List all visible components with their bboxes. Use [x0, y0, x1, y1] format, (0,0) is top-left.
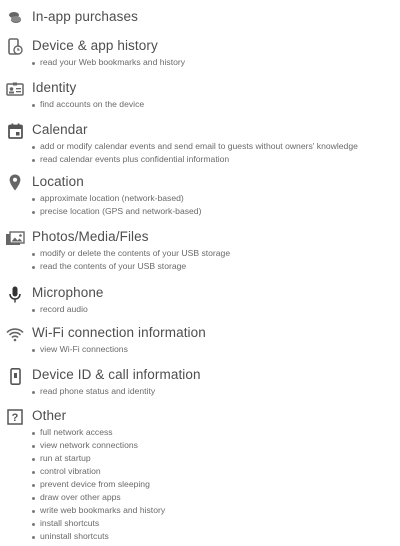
permission-item: read the contents of your USB storage	[32, 261, 186, 271]
permission-item: modify or delete the contents of your US…	[32, 248, 230, 258]
permission-item: full network access	[32, 427, 113, 437]
permission-item: view network connections	[32, 440, 138, 450]
permission-item: read phone status and identity	[32, 386, 155, 396]
permission-item: install shortcuts	[32, 518, 99, 528]
calendar-icon	[6, 122, 24, 140]
permission-title: Location	[32, 174, 84, 189]
permission-title: Photos/Media/Files	[32, 229, 149, 244]
photos-icon	[4, 229, 26, 247]
permission-title: Device & app history	[32, 38, 158, 53]
permission-item: precise location (GPS and network-based)	[32, 206, 201, 216]
permission-title: In-app purchases	[32, 9, 138, 24]
permission-item: uninstall shortcuts	[32, 531, 109, 541]
permission-title: Other	[32, 408, 67, 423]
permission-item: prevent device from sleeping	[32, 479, 150, 489]
identity-card-icon	[6, 80, 24, 98]
permission-title: Wi-Fi connection information	[32, 325, 206, 340]
location-pin-icon	[6, 173, 24, 191]
phone-device-icon	[6, 367, 24, 385]
wifi-info-icon	[6, 325, 24, 343]
permission-title: Calendar	[32, 122, 88, 137]
microphone-icon	[6, 285, 24, 303]
permission-item: draw over other apps	[32, 492, 121, 502]
coins-icon	[6, 9, 24, 27]
permission-title: Device ID & call information	[32, 367, 201, 382]
permission-item: record audio	[32, 304, 88, 314]
permission-title: Identity	[32, 80, 77, 95]
permission-item: approximate location (network-based)	[32, 193, 184, 203]
permission-item: write web bookmarks and history	[32, 505, 165, 515]
question-box-icon: ?	[6, 408, 24, 426]
permission-title: Microphone	[32, 285, 104, 300]
permission-item: view Wi-Fi connections	[32, 344, 128, 354]
permission-item: control vibration	[32, 466, 101, 476]
permission-item: run at startup	[32, 453, 91, 463]
device-history-icon	[6, 38, 24, 56]
permission-item: add or modify calendar events and send e…	[32, 141, 358, 151]
permission-item: read your Web bookmarks and history	[32, 57, 185, 67]
svg-text:?: ?	[12, 412, 19, 424]
permission-item: read calendar events plus confidential i…	[32, 154, 229, 164]
permission-item: find accounts on the device	[32, 99, 144, 109]
